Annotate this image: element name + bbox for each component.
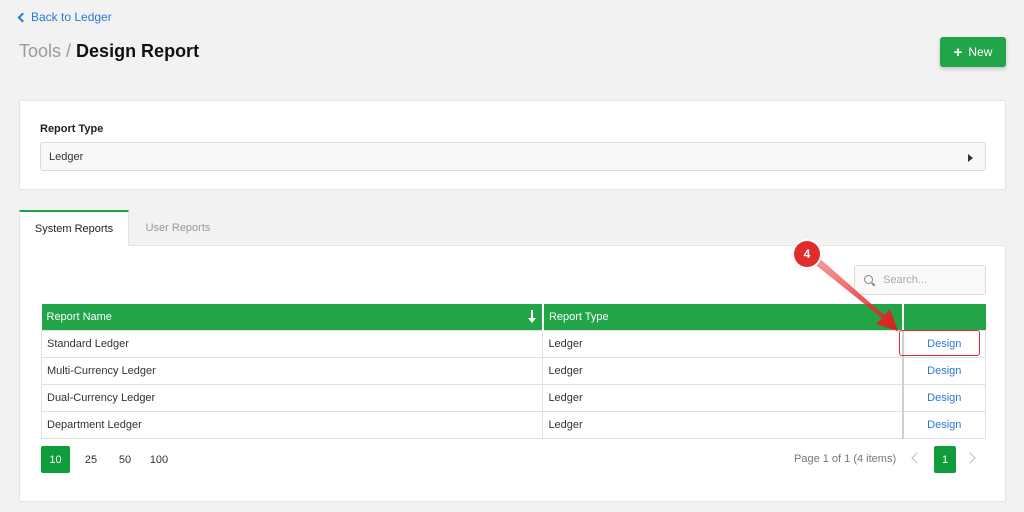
annotation-step-badge: 4: [794, 241, 820, 267]
tab-system-reports[interactable]: System Reports: [19, 210, 129, 246]
annotation-arrow-icon: [812, 257, 898, 331]
